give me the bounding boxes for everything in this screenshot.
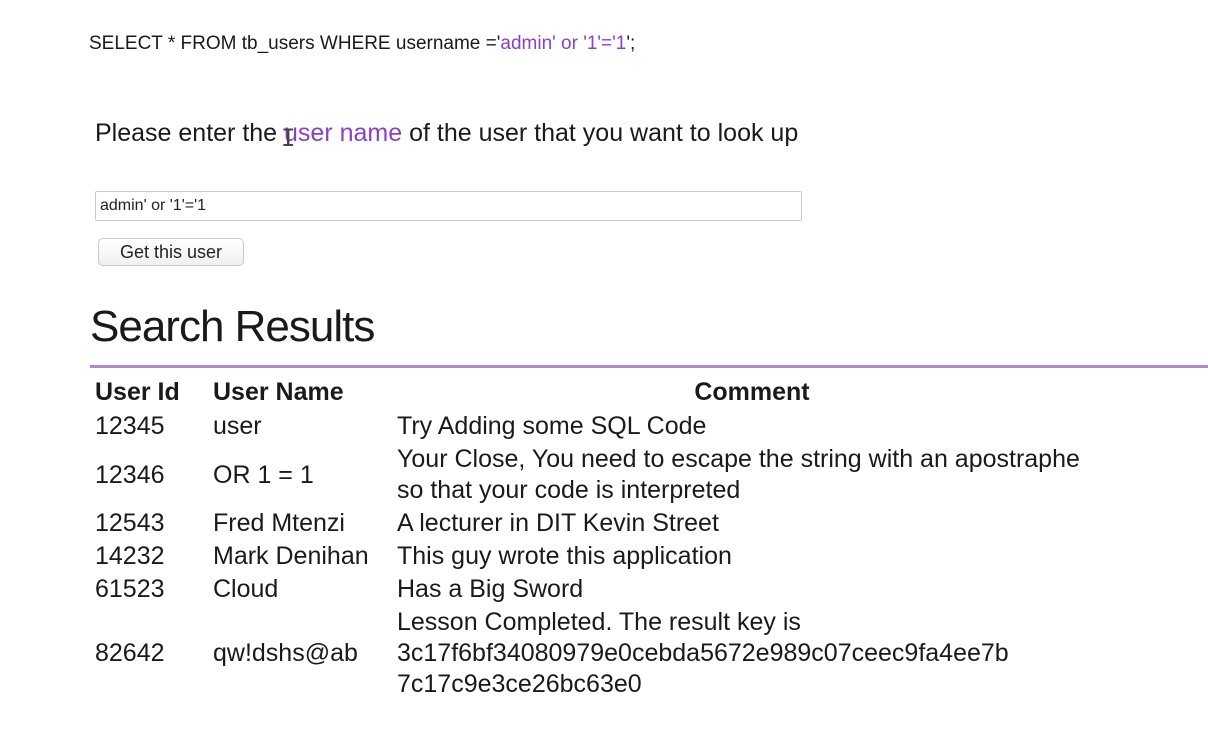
cell-user-name: Cloud <box>213 575 279 603</box>
cell-user-id: 61523 <box>95 575 165 603</box>
cell-user-name: qw!dshs@ab <box>213 639 358 667</box>
cell-user-name: Mark Denihan <box>213 542 369 570</box>
table-row: 12543 Fred Mtenzi A lecturer in DIT Kevi… <box>93 507 1107 540</box>
results-divider <box>90 365 1208 368</box>
column-header-user-name: User Name <box>213 378 344 406</box>
cell-comment: Try Adding some SQL Code <box>397 412 707 440</box>
cell-user-name: OR 1 = 1 <box>213 460 314 489</box>
table-row: 82642 qw!dshs@ab Lesson Completed. The r… <box>93 606 1107 701</box>
results-heading: Search Results <box>90 302 375 351</box>
cell-comment: This guy wrote this application <box>397 542 732 570</box>
get-user-button[interactable]: Get this user <box>98 238 244 266</box>
text-cursor-icon: I <box>281 124 296 152</box>
cell-user-id: 12543 <box>95 509 165 537</box>
cell-user-id: 82642 <box>95 639 165 667</box>
cell-user-name: user <box>213 412 262 440</box>
cell-comment: Lesson Completed. The result key is 3c17… <box>397 608 1009 698</box>
cell-user-name: Fred Mtenzi <box>213 509 345 537</box>
table-row: 61523 Cloud Has a Big Sword <box>93 573 1107 606</box>
table-row: 12346 OR 1 = 1 Your Close, You need to e… <box>93 443 1107 507</box>
cell-comment: A lecturer in DIT Kevin Street <box>397 509 719 537</box>
cell-user-id: 14232 <box>95 542 165 570</box>
cell-user-id: 12345 <box>95 412 165 440</box>
table-row: 14232 Mark Denihan This guy wrote this a… <box>93 540 1107 573</box>
cell-comment: Your Close, You need to escape the strin… <box>397 445 1080 504</box>
username-input[interactable] <box>95 191 802 221</box>
prompt-text-before: Please enter the <box>95 119 285 147</box>
prompt-highlight: user name <box>284 119 403 147</box>
results-table: User Id User Name Comment 12345 user Try… <box>93 373 1107 701</box>
sql-query-preview: SELECT * FROM tb_users WHERE username ='… <box>89 33 635 55</box>
table-row: 12345 user Try Adding some SQL Code <box>93 410 1107 443</box>
sql-suffix: '; <box>626 33 636 54</box>
sql-prefix: SELECT * FROM tb_users WHERE username =' <box>89 33 501 54</box>
cell-comment: Has a Big Sword <box>397 575 584 603</box>
sql-injected-value: admin' or '1'='1 <box>500 33 627 54</box>
column-header-comment: Comment <box>694 378 810 406</box>
table-header-row: User Id User Name Comment <box>93 373 1107 410</box>
lookup-prompt: Please enter the user name of the user t… <box>95 118 815 149</box>
cell-user-id: 12346 <box>95 460 165 489</box>
prompt-text-after: of the user that you want to look up <box>402 119 799 147</box>
column-header-user-id: User Id <box>95 378 180 406</box>
